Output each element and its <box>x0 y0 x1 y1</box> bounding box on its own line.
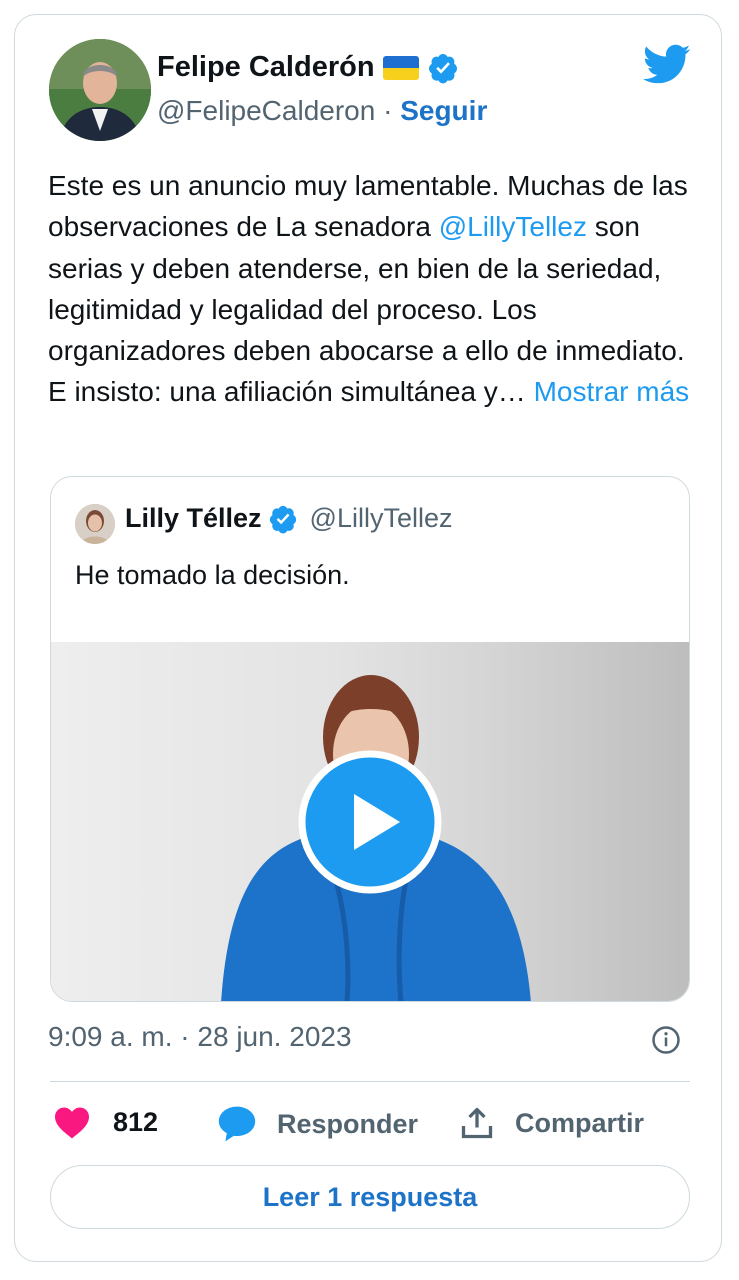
reply-label: Responder <box>277 1108 419 1139</box>
quoted-header: Lilly Téllez @LillyTellez <box>125 503 453 534</box>
divider <box>50 1081 690 1082</box>
tweet-text: Este es un anuncio muy lamentable. Mucha… <box>48 165 708 413</box>
read-replies-label: Leer 1 respuesta <box>262 1181 478 1212</box>
tweet-card: Felipe Calderón @FelipeCalderon · Seguir… <box>14 14 722 1262</box>
quoted-author-avatar[interactable] <box>75 504 115 544</box>
tweet-timestamp[interactable]: 9:09 a. m. · 28 jun. 2023 <box>48 1021 352 1053</box>
share-label: Compartir <box>515 1107 645 1138</box>
like-button[interactable]: 812 <box>53 1105 158 1139</box>
info-icon[interactable] <box>651 1025 681 1055</box>
quoted-avatar-image <box>75 504 115 544</box>
reply-button[interactable]: Responder <box>217 1105 418 1143</box>
reply-bubble-icon <box>218 1106 256 1142</box>
handle-separator: · <box>383 95 393 126</box>
quoted-tweet[interactable]: Lilly Téllez @LillyTellez He tomado la d… <box>50 476 690 1002</box>
play-button-icon[interactable] <box>298 750 442 894</box>
verified-badge-icon <box>428 53 457 83</box>
twitter-bird-icon[interactable] <box>641 43 691 85</box>
share-upload-icon <box>461 1107 493 1139</box>
author-name-row: Felipe Calderón <box>157 51 459 84</box>
author-handle[interactable]: @FelipeCalderon <box>157 95 375 126</box>
author-avatar[interactable] <box>49 39 151 141</box>
quoted-author-name[interactable]: Lilly Téllez <box>125 503 262 534</box>
quoted-author-handle[interactable]: @LillyTellez <box>310 503 453 534</box>
quoted-text: He tomado la decisión. <box>75 560 350 590</box>
mention-link[interactable]: @LillyTellez <box>439 211 587 242</box>
like-count: 812 <box>113 1106 159 1137</box>
video-thumbnail[interactable] <box>51 642 689 1001</box>
share-button[interactable]: Compartir <box>459 1105 644 1141</box>
read-replies-button[interactable]: Leer 1 respuesta <box>50 1165 690 1229</box>
heart-icon <box>55 1107 89 1139</box>
ukraine-flag-icon <box>382 55 419 80</box>
author-avatar-image <box>49 39 151 141</box>
author-handle-row: @FelipeCalderon · Seguir <box>157 95 487 127</box>
author-name[interactable]: Felipe Calderón <box>157 51 375 84</box>
verified-badge-icon <box>269 505 296 533</box>
follow-button[interactable]: Seguir <box>400 95 487 126</box>
show-more-link[interactable]: Mostrar más <box>534 376 690 407</box>
